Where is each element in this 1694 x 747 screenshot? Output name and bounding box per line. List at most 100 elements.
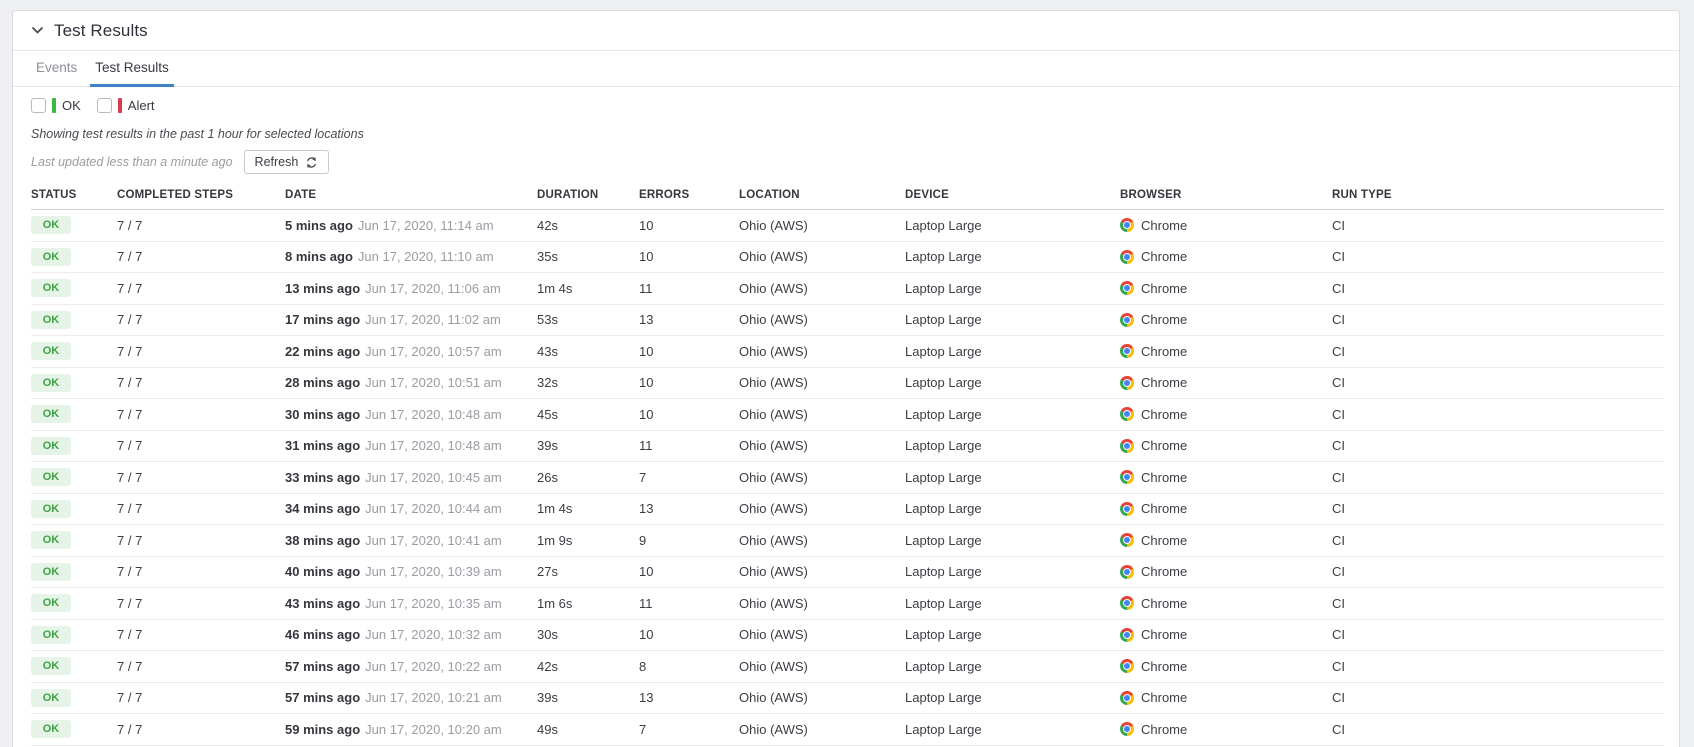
location-cell: Ohio (AWS) bbox=[739, 470, 905, 485]
browser-cell: Chrome bbox=[1120, 438, 1332, 453]
errors-cell: 10 bbox=[639, 375, 739, 390]
status-badge: OK bbox=[31, 720, 71, 738]
tab-bar: Events Test Results bbox=[13, 51, 1679, 87]
completed-steps-cell: 7 / 7 bbox=[117, 659, 285, 674]
table-row[interactable]: OK 7 / 7 59 mins agoJun 17, 2020, 10:20 … bbox=[31, 714, 1664, 746]
run-type-cell: CI bbox=[1332, 249, 1664, 264]
location-cell: Ohio (AWS) bbox=[739, 501, 905, 516]
table-row[interactable]: OK 7 / 7 5 mins agoJun 17, 2020, 11:14 a… bbox=[31, 210, 1664, 242]
status-badge: OK bbox=[31, 468, 71, 486]
run-type-cell: CI bbox=[1332, 344, 1664, 359]
browser-label: Chrome bbox=[1141, 627, 1187, 642]
relative-time: 57 mins ago bbox=[285, 659, 360, 674]
ok-checkbox[interactable] bbox=[31, 98, 46, 113]
device-cell: Laptop Large bbox=[905, 438, 1120, 453]
browser-label: Chrome bbox=[1141, 375, 1187, 390]
table-row[interactable]: OK 7 / 7 43 mins agoJun 17, 2020, 10:35 … bbox=[31, 588, 1664, 620]
date-cell: 8 mins agoJun 17, 2020, 11:10 am bbox=[285, 249, 537, 264]
location-cell: Ohio (AWS) bbox=[739, 564, 905, 579]
showing-results-text: Showing test results in the past 1 hour … bbox=[31, 127, 1661, 141]
absolute-time: Jun 17, 2020, 10:32 am bbox=[365, 627, 502, 642]
table-row[interactable]: OK 7 / 7 31 mins agoJun 17, 2020, 10:48 … bbox=[31, 431, 1664, 463]
chrome-icon bbox=[1120, 344, 1134, 358]
relative-time: 13 mins ago bbox=[285, 281, 360, 296]
chrome-icon bbox=[1120, 407, 1134, 421]
chrome-icon bbox=[1120, 281, 1134, 295]
relative-time: 43 mins ago bbox=[285, 596, 360, 611]
browser-label: Chrome bbox=[1141, 438, 1187, 453]
alert-filter-label: Alert bbox=[128, 98, 155, 113]
tab-test-results[interactable]: Test Results bbox=[90, 51, 174, 87]
absolute-time: Jun 17, 2020, 10:45 am bbox=[365, 470, 502, 485]
completed-steps-cell: 7 / 7 bbox=[117, 249, 285, 264]
chrome-icon bbox=[1120, 376, 1134, 390]
relative-time: 30 mins ago bbox=[285, 407, 360, 422]
table-row[interactable]: OK 7 / 7 57 mins agoJun 17, 2020, 10:22 … bbox=[31, 651, 1664, 683]
chevron-down-icon[interactable] bbox=[31, 26, 44, 35]
browser-label: Chrome bbox=[1141, 407, 1187, 422]
chrome-icon bbox=[1120, 596, 1134, 610]
browser-label: Chrome bbox=[1141, 470, 1187, 485]
completed-steps-cell: 7 / 7 bbox=[117, 470, 285, 485]
device-cell: Laptop Large bbox=[905, 564, 1120, 579]
run-type-cell: CI bbox=[1332, 281, 1664, 296]
column-header-status: STATUS bbox=[31, 189, 117, 201]
errors-cell: 10 bbox=[639, 344, 739, 359]
table-row[interactable]: OK 7 / 7 57 mins agoJun 17, 2020, 10:21 … bbox=[31, 683, 1664, 715]
column-header-errors: ERRORS bbox=[639, 189, 739, 201]
filter-alert[interactable]: Alert bbox=[97, 98, 155, 113]
table-row[interactable]: OK 7 / 7 33 mins agoJun 17, 2020, 10:45 … bbox=[31, 462, 1664, 494]
table-row[interactable]: OK 7 / 7 8 mins agoJun 17, 2020, 11:10 a… bbox=[31, 242, 1664, 274]
errors-cell: 8 bbox=[639, 659, 739, 674]
absolute-time: Jun 17, 2020, 10:21 am bbox=[365, 690, 502, 705]
table-row[interactable]: OK 7 / 7 13 mins agoJun 17, 2020, 11:06 … bbox=[31, 273, 1664, 305]
tab-events[interactable]: Events bbox=[31, 51, 82, 87]
location-cell: Ohio (AWS) bbox=[739, 312, 905, 327]
table-row[interactable]: OK 7 / 7 22 mins agoJun 17, 2020, 10:57 … bbox=[31, 336, 1664, 368]
absolute-time: Jun 17, 2020, 10:51 am bbox=[365, 375, 502, 390]
run-type-cell: CI bbox=[1332, 375, 1664, 390]
absolute-time: Jun 17, 2020, 10:35 am bbox=[365, 596, 502, 611]
device-cell: Laptop Large bbox=[905, 375, 1120, 390]
filter-ok[interactable]: OK bbox=[31, 98, 81, 113]
chrome-icon bbox=[1120, 218, 1134, 232]
location-cell: Ohio (AWS) bbox=[739, 722, 905, 737]
refresh-button[interactable]: Refresh bbox=[244, 150, 330, 174]
absolute-time: Jun 17, 2020, 11:02 am bbox=[365, 312, 501, 327]
ok-filter-label: OK bbox=[62, 98, 81, 113]
errors-cell: 11 bbox=[639, 438, 739, 453]
browser-label: Chrome bbox=[1141, 249, 1187, 264]
errors-cell: 10 bbox=[639, 564, 739, 579]
relative-time: 34 mins ago bbox=[285, 501, 360, 516]
table-row[interactable]: OK 7 / 7 46 mins agoJun 17, 2020, 10:32 … bbox=[31, 620, 1664, 652]
date-cell: 28 mins agoJun 17, 2020, 10:51 am bbox=[285, 375, 537, 390]
refresh-button-label: Refresh bbox=[255, 155, 299, 169]
completed-steps-cell: 7 / 7 bbox=[117, 344, 285, 359]
browser-label: Chrome bbox=[1141, 312, 1187, 327]
chrome-icon bbox=[1120, 565, 1134, 579]
table-row[interactable]: OK 7 / 7 30 mins agoJun 17, 2020, 10:48 … bbox=[31, 399, 1664, 431]
completed-steps-cell: 7 / 7 bbox=[117, 312, 285, 327]
table-row[interactable]: OK 7 / 7 17 mins agoJun 17, 2020, 11:02 … bbox=[31, 305, 1664, 337]
table-row[interactable]: OK 7 / 7 28 mins agoJun 17, 2020, 10:51 … bbox=[31, 368, 1664, 400]
table-row[interactable]: OK 7 / 7 34 mins agoJun 17, 2020, 10:44 … bbox=[31, 494, 1664, 526]
chrome-icon bbox=[1120, 691, 1134, 705]
alert-checkbox[interactable] bbox=[97, 98, 112, 113]
table-row[interactable]: OK 7 / 7 38 mins agoJun 17, 2020, 10:41 … bbox=[31, 525, 1664, 557]
date-cell: 57 mins agoJun 17, 2020, 10:21 am bbox=[285, 690, 537, 705]
status-cell: OK bbox=[31, 216, 117, 234]
device-cell: Laptop Large bbox=[905, 249, 1120, 264]
browser-label: Chrome bbox=[1141, 281, 1187, 296]
device-cell: Laptop Large bbox=[905, 533, 1120, 548]
status-cell: OK bbox=[31, 279, 117, 297]
absolute-time: Jun 17, 2020, 10:20 am bbox=[365, 722, 502, 737]
completed-steps-cell: 7 / 7 bbox=[117, 218, 285, 233]
browser-cell: Chrome bbox=[1120, 218, 1332, 233]
table-row[interactable]: OK 7 / 7 40 mins agoJun 17, 2020, 10:39 … bbox=[31, 557, 1664, 589]
location-cell: Ohio (AWS) bbox=[739, 533, 905, 548]
device-cell: Laptop Large bbox=[905, 722, 1120, 737]
status-cell: OK bbox=[31, 405, 117, 423]
duration-cell: 53s bbox=[537, 312, 639, 327]
column-header-browser: BROWSER bbox=[1120, 189, 1332, 201]
absolute-time: Jun 17, 2020, 11:10 am bbox=[358, 249, 494, 264]
